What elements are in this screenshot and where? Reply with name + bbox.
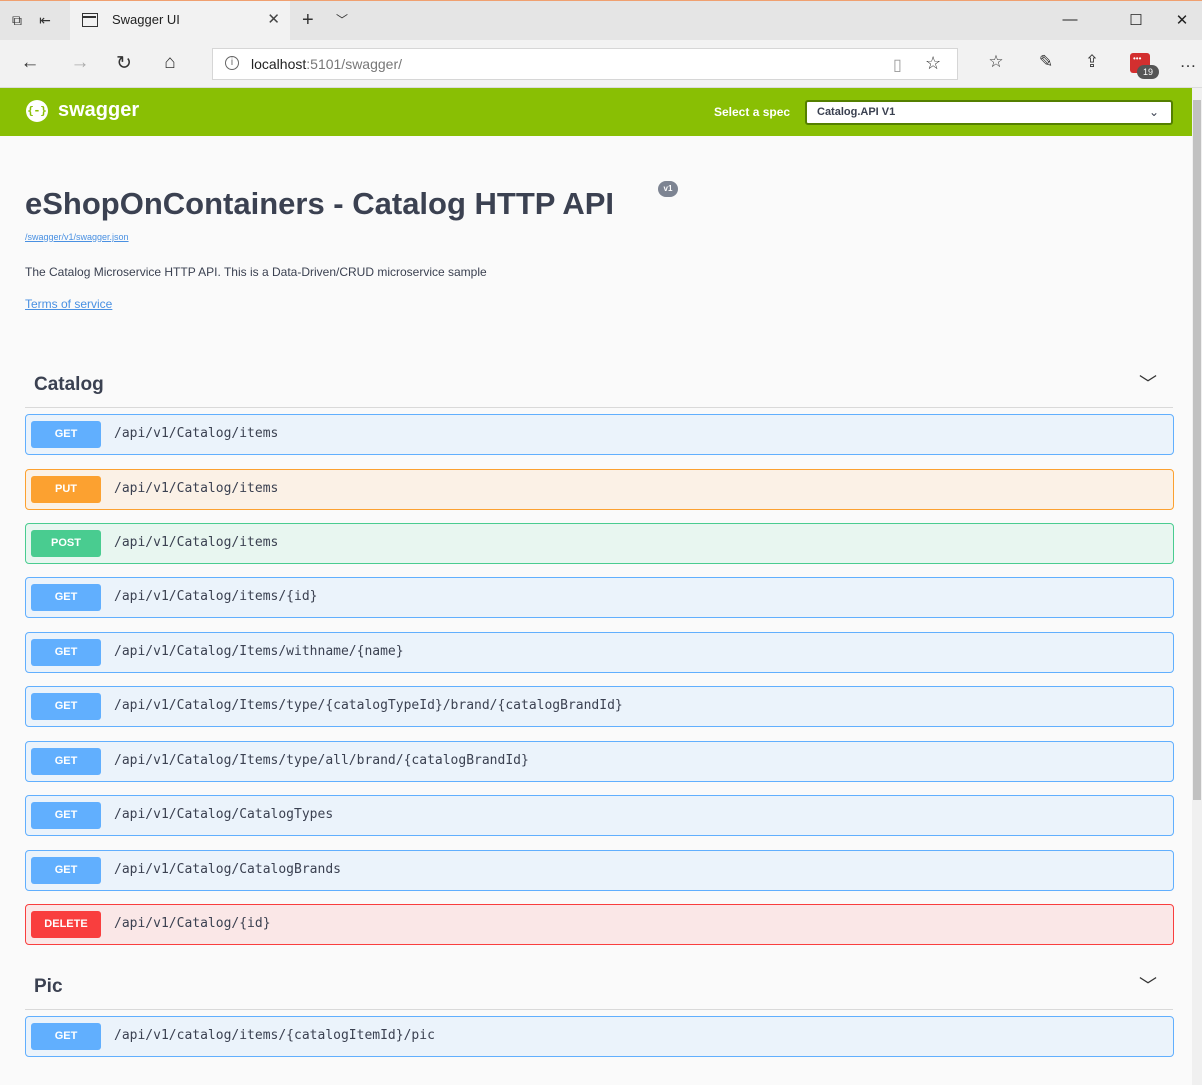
favorites-icon[interactable]: ☆ bbox=[984, 52, 1008, 72]
spec-json-link[interactable]: /swagger/v1/swagger.json bbox=[25, 232, 129, 242]
operation-row[interactable]: GET /api/v1/catalog/items/{catalogItemId… bbox=[25, 1016, 1174, 1057]
operation-path: /api/v1/Catalog/Items/withname/{name} bbox=[114, 644, 404, 659]
scrollbar-thumb[interactable] bbox=[1193, 100, 1201, 800]
window-close-icon[interactable]: ✕ bbox=[1172, 11, 1192, 29]
method-badge: GET bbox=[31, 857, 101, 884]
method-badge: PUT bbox=[31, 476, 101, 503]
minimize-icon[interactable]: — bbox=[1060, 11, 1080, 28]
method-badge: DELETE bbox=[31, 911, 101, 938]
operation-row[interactable]: GET /api/v1/Catalog/Items/type/{catalogT… bbox=[25, 686, 1174, 727]
back-icon[interactable]: ← bbox=[18, 52, 42, 74]
operation-path: /api/v1/Catalog/CatalogBrands bbox=[114, 862, 341, 877]
method-badge: GET bbox=[31, 802, 101, 829]
browser-address-bar: ← → ↻ ⌂ i localhost:5101/swagger/ ▯ ☆ ☆ … bbox=[0, 40, 1202, 88]
maximize-icon[interactable]: ☐ bbox=[1126, 11, 1146, 29]
operation-path: /api/v1/catalog/items/{catalogItemId}/pi… bbox=[114, 1028, 435, 1043]
operation-path: /api/v1/Catalog/items bbox=[114, 535, 279, 550]
version-badge: v1 bbox=[658, 181, 678, 197]
method-badge: GET bbox=[31, 748, 101, 775]
favorite-star-icon[interactable]: ☆ bbox=[925, 53, 941, 74]
method-badge: GET bbox=[31, 693, 101, 720]
operation-path: /api/v1/Catalog/CatalogTypes bbox=[114, 807, 334, 822]
url-text: localhost:5101/swagger/ bbox=[251, 56, 402, 72]
swagger-logo-icon[interactable]: {-} bbox=[26, 100, 48, 122]
chevron-down-icon: ⌄ bbox=[1148, 105, 1159, 119]
method-badge: GET bbox=[31, 584, 101, 611]
chevron-down-icon[interactable]: ﹀ bbox=[1139, 370, 1157, 396]
operation-row[interactable]: POST /api/v1/Catalog/items bbox=[25, 523, 1174, 564]
operation-path: /api/v1/Catalog/items bbox=[114, 426, 279, 441]
pen-icon[interactable]: ✎ bbox=[1034, 52, 1058, 72]
url-field[interactable]: i localhost:5101/swagger/ ▯ ☆ bbox=[212, 48, 958, 80]
method-badge: GET bbox=[31, 421, 101, 448]
home-icon[interactable]: ⌂ bbox=[158, 52, 182, 74]
operation-path: /api/v1/Catalog/items/{id} bbox=[114, 589, 318, 604]
swagger-topbar: {-} swagger Select a spec Catalog.API V1… bbox=[0, 88, 1192, 136]
method-badge: POST bbox=[31, 530, 101, 557]
spec-select-value: Catalog.API V1 bbox=[817, 106, 896, 118]
section-title: Pic bbox=[34, 976, 63, 997]
more-icon[interactable]: … bbox=[1176, 52, 1200, 72]
api-title: eShopOnContainers - Catalog HTTP API bbox=[25, 186, 615, 221]
operation-row[interactable]: GET /api/v1/Catalog/CatalogTypes bbox=[25, 795, 1174, 836]
refresh-icon[interactable]: ↻ bbox=[112, 52, 136, 75]
extension-badge: 19 bbox=[1137, 65, 1159, 79]
browser-tab-bar: ⧉ ⇤ Swagger UI ✕ + ﹀ — ☐ ✕ bbox=[0, 0, 1202, 41]
method-badge: GET bbox=[31, 1023, 101, 1050]
share-icon[interactable]: ⇪ bbox=[1080, 52, 1104, 72]
operation-row[interactable]: GET /api/v1/Catalog/items bbox=[25, 414, 1174, 455]
spec-select[interactable]: Catalog.API V1 ⌄ bbox=[805, 100, 1173, 125]
operation-row[interactable]: GET /api/v1/Catalog/CatalogBrands bbox=[25, 850, 1174, 891]
operation-path: /api/v1/Catalog/items bbox=[114, 481, 279, 496]
operation-path: /api/v1/Catalog/Items/type/all/brand/{ca… bbox=[114, 753, 529, 768]
swagger-logo-text[interactable]: swagger bbox=[58, 99, 139, 122]
page-icon bbox=[82, 13, 98, 27]
method-badge: GET bbox=[31, 639, 101, 666]
tab-title: Swagger UI bbox=[112, 12, 180, 27]
api-description: The Catalog Microservice HTTP API. This … bbox=[25, 265, 487, 279]
operation-row[interactable]: GET /api/v1/Catalog/Items/withname/{name… bbox=[25, 632, 1174, 673]
set-aside-tabs-icon[interactable]: ⧉ bbox=[8, 11, 26, 29]
operation-row[interactable]: GET /api/v1/Catalog/items/{id} bbox=[25, 577, 1174, 618]
new-tab-icon[interactable]: + bbox=[302, 9, 314, 32]
reading-view-icon[interactable]: ▯ bbox=[893, 55, 902, 75]
operation-row[interactable]: GET /api/v1/Catalog/Items/type/all/brand… bbox=[25, 741, 1174, 782]
forward-icon[interactable]: → bbox=[68, 52, 92, 74]
operation-path: /api/v1/Catalog/Items/type/{catalogTypeI… bbox=[114, 698, 623, 713]
info-icon[interactable]: i bbox=[225, 56, 239, 70]
operation-row[interactable]: PUT /api/v1/Catalog/items bbox=[25, 469, 1174, 510]
operation-row[interactable]: DELETE /api/v1/Catalog/{id} bbox=[25, 904, 1174, 945]
section-pic[interactable]: Pic ﹀ bbox=[25, 964, 1173, 1010]
section-catalog[interactable]: Catalog ﹀ bbox=[25, 362, 1173, 408]
section-title: Catalog bbox=[34, 374, 104, 395]
chevron-down-icon[interactable]: ﹀ bbox=[1139, 972, 1157, 998]
close-tab-icon[interactable]: ✕ bbox=[267, 10, 280, 28]
chevron-down-icon[interactable]: ﹀ bbox=[336, 11, 348, 28]
select-spec-label: Select a spec bbox=[714, 105, 791, 119]
terms-of-service-link[interactable]: Terms of service bbox=[25, 297, 112, 311]
operation-path: /api/v1/Catalog/{id} bbox=[114, 916, 271, 931]
tab-preview-icon[interactable]: ⇤ bbox=[36, 11, 54, 29]
browser-tab[interactable]: Swagger UI ✕ bbox=[70, 1, 290, 41]
